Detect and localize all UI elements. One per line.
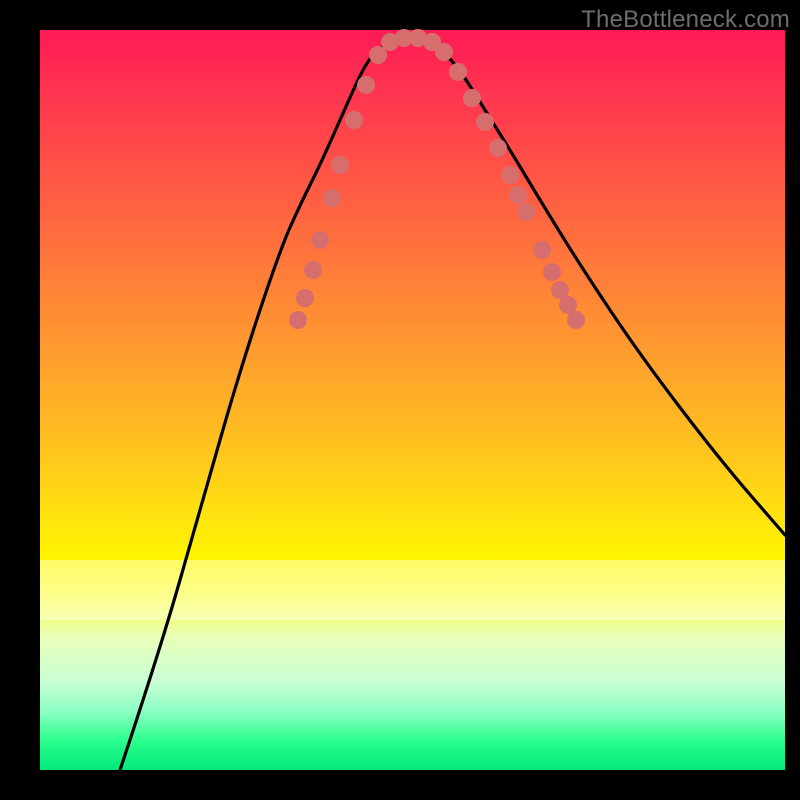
data-dot bbox=[304, 261, 322, 279]
data-dot bbox=[533, 241, 551, 259]
data-dot bbox=[289, 311, 307, 329]
plot-area bbox=[40, 30, 785, 770]
curve-svg bbox=[40, 30, 785, 770]
data-dot bbox=[345, 111, 363, 129]
data-dot bbox=[331, 156, 349, 174]
data-dot bbox=[489, 139, 507, 157]
data-dots bbox=[289, 29, 585, 329]
data-dot bbox=[543, 263, 561, 281]
data-dot bbox=[567, 311, 585, 329]
chart-frame: TheBottleneck.com bbox=[0, 0, 800, 800]
data-dot bbox=[323, 189, 341, 207]
data-dot bbox=[517, 203, 535, 221]
data-dot bbox=[311, 231, 329, 249]
data-dot bbox=[357, 76, 375, 94]
data-dot bbox=[449, 63, 467, 81]
data-dot bbox=[501, 166, 519, 184]
data-dot bbox=[296, 289, 314, 307]
data-dot bbox=[435, 43, 453, 61]
bottleneck-curve bbox=[120, 38, 785, 770]
data-dot bbox=[509, 186, 527, 204]
data-dot bbox=[463, 89, 481, 107]
data-dot bbox=[476, 113, 494, 131]
